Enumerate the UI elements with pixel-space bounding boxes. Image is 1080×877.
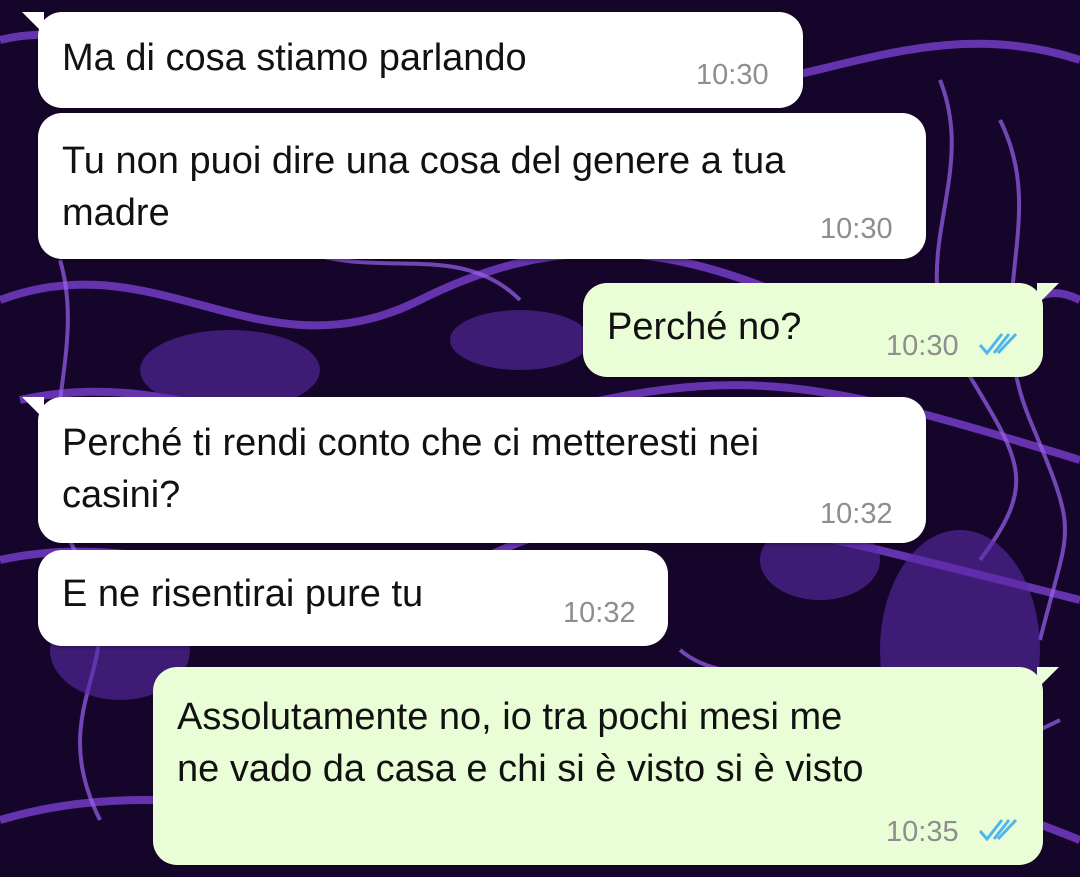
message-time: 10:30	[696, 59, 769, 91]
message-bubble-incoming[interactable]: E ne risentirai pure tu 10:32	[38, 550, 668, 646]
message-time: 10:32	[563, 597, 636, 629]
message-text: Ma di cosa stiamo parlando	[62, 37, 527, 79]
message-bubble-incoming[interactable]: Perché ti rendi conto che ci metteresti …	[22, 397, 926, 543]
message-time: 10:35	[886, 816, 959, 848]
message-text: Perché ti rendi conto che ci metteresti …	[62, 422, 760, 516]
message-bubble-incoming[interactable]: Tu non puoi dire una cosa del genere a t…	[38, 113, 926, 259]
message-text: Tu non puoi dire una cosa del genere a t…	[62, 140, 786, 234]
message-text: E ne risentirai pure tu	[62, 573, 424, 615]
double-check-icon	[978, 818, 1018, 842]
message-time: 10:30	[886, 330, 959, 362]
message-time: 10:32	[820, 498, 893, 530]
message-bubble-outgoing[interactable]: Perché no? 10:30	[583, 283, 1059, 377]
message-text: Assolutamente no, io tra pochi mesi me n…	[177, 696, 864, 790]
message-text: Perché no?	[607, 306, 802, 348]
message-bubble-outgoing[interactable]: Assolutamente no, io tra pochi mesi me n…	[153, 667, 1059, 865]
message-bubble-incoming[interactable]: Ma di cosa stiamo parlando 10:30	[22, 12, 803, 108]
message-time: 10:30	[820, 213, 893, 245]
double-check-icon	[978, 332, 1018, 356]
